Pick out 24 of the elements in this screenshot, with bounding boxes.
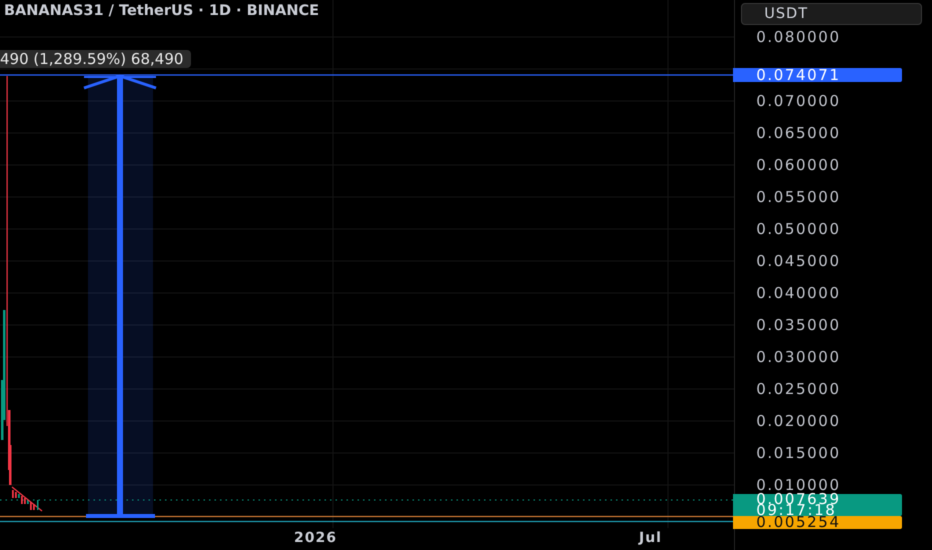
price-axis-label: 0.070000 [756, 93, 841, 109]
line-price-label: 0.074071 [733, 68, 902, 82]
trend-line [12, 486, 42, 512]
price-axis-label: 0.025000 [756, 381, 841, 397]
time-axis-label: Jul [639, 530, 662, 546]
price-axis-label: 0.080000 [756, 29, 841, 45]
price-axis-label: 0.065000 [756, 125, 841, 141]
price-axis-label: 0.050000 [756, 221, 841, 237]
price-axis-label: 0.020000 [756, 413, 841, 429]
price-axis-label: 0.015000 [756, 445, 841, 461]
measure-label: 490 (1,289.59%) 68,490 [0, 50, 192, 68]
price-axis-label: 0.060000 [756, 157, 841, 173]
low-price-label: 0.005254 [733, 516, 902, 529]
price-axis-label: 0.010000 [756, 477, 841, 493]
price-axis-label: 0.035000 [756, 317, 841, 333]
price-axis-label: 0.045000 [756, 253, 841, 269]
price-axis-label: 0.040000 [756, 285, 841, 301]
symbol-legend: BANANAS31 / TetherUS · 1D · BINANCE [4, 3, 320, 19]
countdown-text: 09:17:18 [756, 505, 836, 516]
currency-button[interactable]: USDT [741, 3, 922, 25]
last-price-value: 0.007639 [756, 494, 842, 505]
time-axis-label: 2026 [294, 530, 337, 546]
price-axis-label: 0.030000 [756, 349, 841, 365]
price-axis-label: 0.055000 [756, 189, 841, 205]
